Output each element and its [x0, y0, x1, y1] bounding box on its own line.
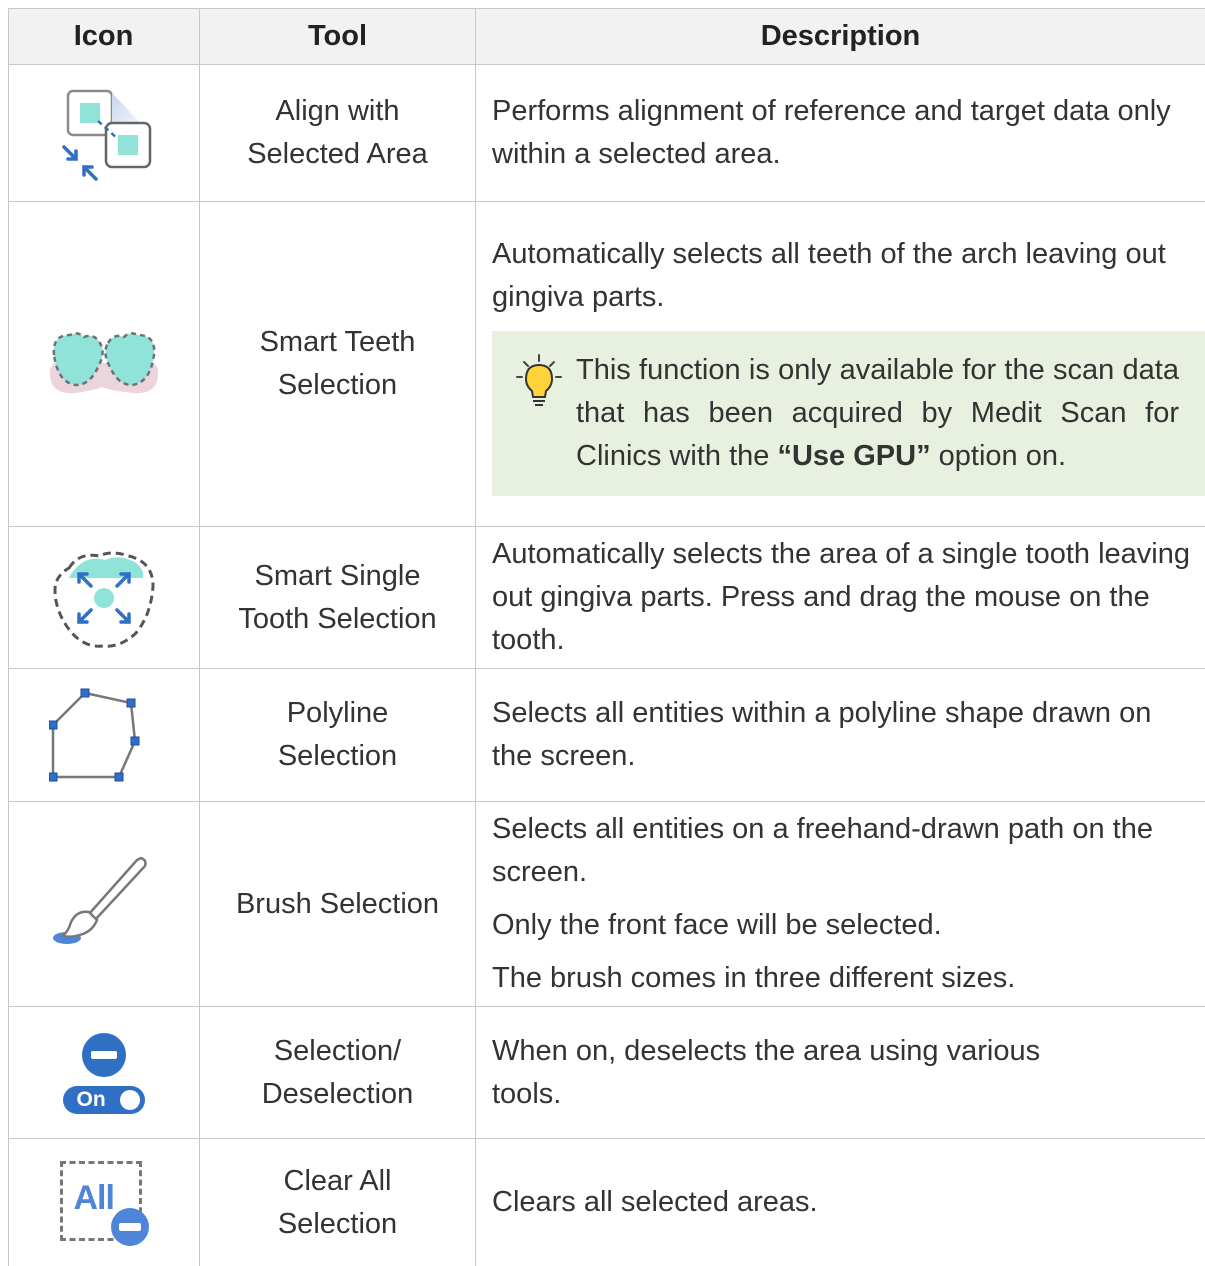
table-row-icon-cell: On [8, 1007, 199, 1138]
table-row-icon-cell [8, 802, 199, 1006]
table-row-icon-cell [8, 527, 199, 668]
description-text: Only the front face will be selected. [492, 909, 942, 941]
table-row-tool-cell: Polyline Selection [200, 669, 475, 801]
tool-name-line: Smart Teeth [259, 326, 416, 358]
table-row-description-cell: When on, deselects the area using variou… [476, 1007, 1205, 1138]
note-box: This function is only available for the … [492, 330, 1205, 496]
tool-name-line: Brush Selection [235, 887, 440, 920]
on-toggle: On [62, 1085, 145, 1114]
tool-name-line: Tooth Selection [238, 602, 437, 635]
table-row-tool-cell: Brush Selection [200, 802, 475, 1006]
table-row-icon-cell [8, 202, 199, 526]
tool-name-line: Selection/ [273, 1034, 402, 1067]
smart-single-tooth-selection-icon [52, 551, 155, 648]
brush-selection-icon [52, 856, 147, 944]
description-text: Performs alignment of reference and targ… [492, 95, 1171, 170]
description-text: The brush comes in three different sizes… [492, 962, 1016, 994]
table-row-description-cell: Selects all entities on a freehand-drawn… [476, 802, 1205, 1006]
tool-name-line: Selection [277, 740, 398, 772]
tool-name-line: Clear All [283, 1164, 392, 1197]
deselection-toggle-icon: On [62, 1032, 145, 1114]
all-label: All [73, 1178, 115, 1218]
header-icon: Icon [73, 19, 134, 52]
tool-name-line: Selected Area [247, 138, 428, 170]
tool-name-line: Polyline [286, 697, 389, 729]
tool-name-line: Deselection [261, 1077, 414, 1110]
table-row-icon-cell [8, 65, 199, 201]
tool-name-line: Smart Single [254, 559, 421, 592]
lightbulb-icon [516, 353, 562, 406]
header-description: Description [760, 19, 921, 52]
tool-name-line: Selection [277, 369, 398, 401]
note-text-part: option on. [930, 439, 1067, 472]
align-selected-area-icon [61, 89, 152, 181]
table-row-description-cell: Automatically selects the area of a sing… [476, 527, 1205, 668]
tool-name-line: Align with [275, 95, 400, 127]
table-row-tool-cell: Smart Teeth Selection [200, 202, 475, 526]
toggle-knob [119, 1089, 140, 1110]
minus-circle-icon [81, 1032, 126, 1077]
description-text: Automatically selects the area of a sing… [492, 538, 1191, 656]
toggle-label: On [76, 1087, 106, 1111]
description-text: Automatically selects all teeth of the a… [492, 237, 1166, 313]
description-text: When on, deselects the area using variou… [492, 1034, 1041, 1110]
polyline-selection-icon [48, 688, 139, 782]
table-row-description-cell: Automatically selects all teeth of the a… [476, 202, 1205, 526]
note-bold-text: “Use GPU” [777, 439, 931, 472]
table-row-tool-cell: Selection/Deselection [200, 1007, 475, 1138]
table-row-tool-cell: Align with Selected Area [200, 65, 475, 201]
description-text: Selects all entities on a freehand-drawn… [492, 813, 1153, 888]
clear-all-selection-icon: All [58, 1159, 150, 1247]
header-tool: Tool [307, 19, 368, 52]
minus-circle-icon [110, 1207, 149, 1246]
table-row-tool-cell: Clear All Selection [200, 1139, 475, 1266]
table-row-description-cell: Performs alignment of reference and targ… [476, 65, 1205, 201]
table-row-tool-cell: Smart Single Tooth Selection [200, 527, 475, 668]
note-text: This function is only available for the … [576, 349, 1179, 478]
table-row-description-cell: Clears all selected areas. [476, 1139, 1205, 1266]
smart-teeth-selection-icon [49, 332, 158, 394]
description-text: Selects all entities within a polyline s… [492, 697, 1152, 772]
table-row-icon-cell [8, 669, 199, 801]
tool-name-line: Selection [277, 1207, 398, 1240]
table-row-icon-cell: All [8, 1139, 199, 1266]
table-row-description-cell: Selects all entities within a polyline s… [476, 669, 1205, 801]
description-text: Clears all selected areas. [492, 1186, 818, 1218]
